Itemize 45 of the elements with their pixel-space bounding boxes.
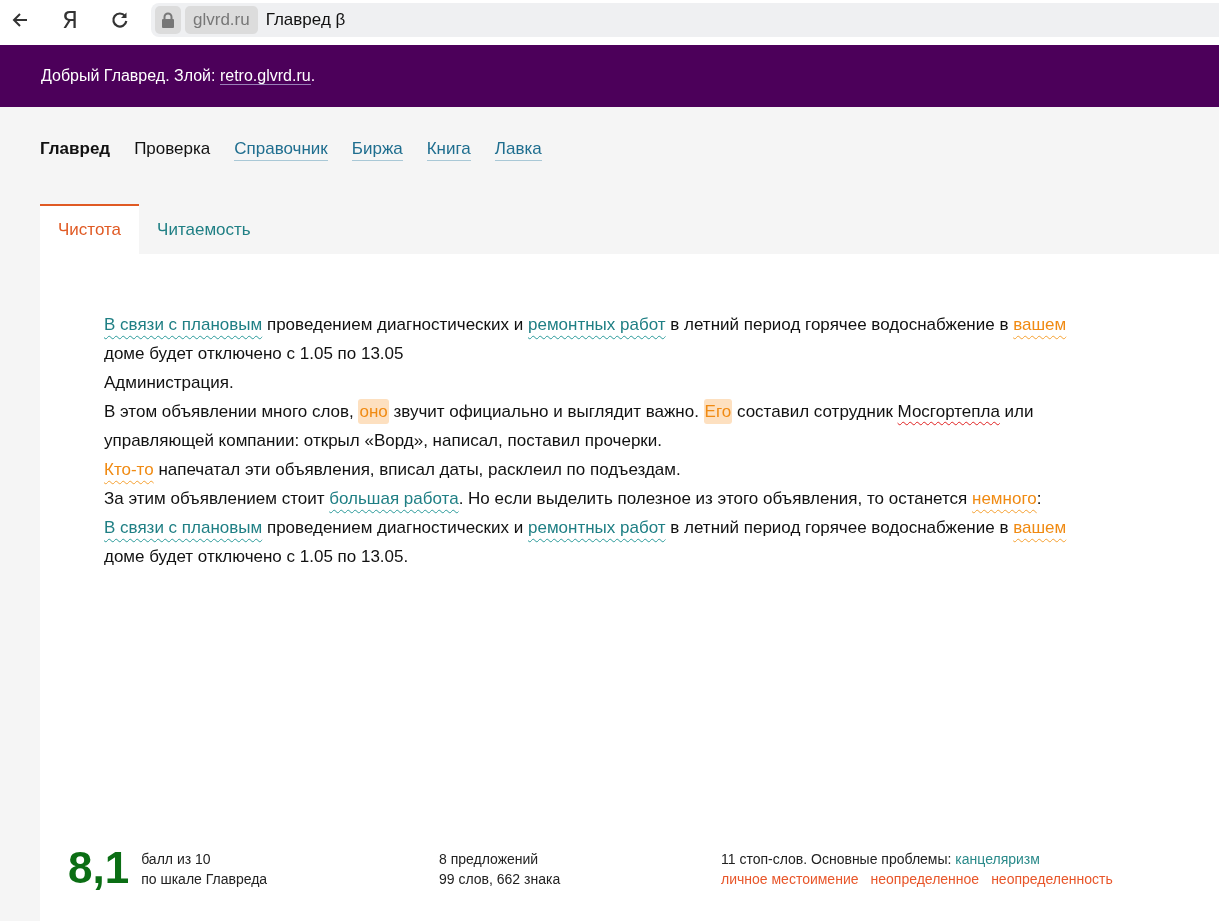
score-value: 8,1 <box>68 845 130 891</box>
address-bar[interactable]: glvrd.ru Главред β <box>151 3 1219 37</box>
highlighted-word[interactable]: Кто-то <box>104 460 154 479</box>
problem-link[interactable]: неопределенное <box>870 869 980 889</box>
text-line: управляющей компании: открыл «Ворд», написал, поставил прочерки. <box>104 430 664 452</box>
highlighted-word[interactable]: вашем <box>1013 518 1067 537</box>
score-caption: балл из 10 <box>141 850 212 869</box>
text-line: доме будет отключено с 1.05 по 13.05 <box>104 343 405 365</box>
reload-icon[interactable] <box>110 10 130 30</box>
text-count: 99 слов, 662 знака <box>439 870 562 889</box>
retro-link[interactable]: retro.glvrd.ru <box>219 67 311 85</box>
highlighted-word[interactable]: вашем <box>1013 315 1067 334</box>
score-caption: по шкале Главреда <box>141 870 268 889</box>
text-line: Администрация. <box>104 372 235 394</box>
text-line: доме будет отключено с 1.05 по 13.05. <box>104 546 410 568</box>
domain-label: glvrd.ru <box>185 6 258 34</box>
page-title: Главред β <box>265 10 346 30</box>
problem-link[interactable]: личное местоимение <box>721 869 859 889</box>
nav-link[interactable]: Проверка <box>134 138 211 160</box>
text-line: В связи с плановым проведением диагностических и ремонтных работ в летний период горячее водоснабжение в вашем <box>104 314 1068 336</box>
text-line: Кто-то напечатал эти объявления, вписал даты, расклеил по подъездам. <box>104 459 682 481</box>
highlighted-word[interactable]: В связи с плановым <box>104 315 263 334</box>
banner-text: Добрый Главред. Злой: retro.glvrd.ru. <box>41 67 316 85</box>
text-line: В этом объявлении много слов, оно звучит официально и выглядит важно. Его составил сотрудник Мосгортепла или <box>104 397 1219 426</box>
stopword-summary: 11 стоп-слов. Основные проблемы: <box>721 850 953 869</box>
lock-icon <box>155 6 181 34</box>
highlighted-word[interactable]: ремонтных работ <box>528 315 666 334</box>
text-count: 8 предложений <box>439 850 540 869</box>
nav-link[interactable]: Книга <box>426 138 471 161</box>
tab[interactable]: Читаемость <box>139 204 269 254</box>
problem-link[interactable]: неопределенность <box>991 869 1113 889</box>
text-line: За этим объявлением стоит большая работа. Но если выделить полезное из этого объявления, то останется немного: <box>104 488 1043 510</box>
nav-link[interactable]: Справочник <box>234 138 328 161</box>
nav-link[interactable]: Лавка <box>494 138 542 161</box>
problem-link[interactable]: канцеляризм <box>955 849 1040 869</box>
browser-logo[interactable]: Я <box>58 8 82 32</box>
highlighted-word[interactable]: большая работа <box>329 489 459 508</box>
highlighted-word[interactable]: В связи с плановым <box>104 518 263 537</box>
highlighted-word[interactable]: ремонтных работ <box>528 518 666 537</box>
highlighted-word[interactable]: немного <box>972 489 1037 508</box>
highlighted-word[interactable]: Мосгортепла <box>897 402 1000 421</box>
text-line: В связи с плановым проведением диагностических и ремонтных работ в летний период горячее водоснабжение в вашем <box>104 517 1068 539</box>
tab[interactable]: Чистота <box>40 204 140 254</box>
nav-link[interactable]: Биржа <box>351 138 403 161</box>
nav-link[interactable]: Главред <box>40 138 111 160</box>
